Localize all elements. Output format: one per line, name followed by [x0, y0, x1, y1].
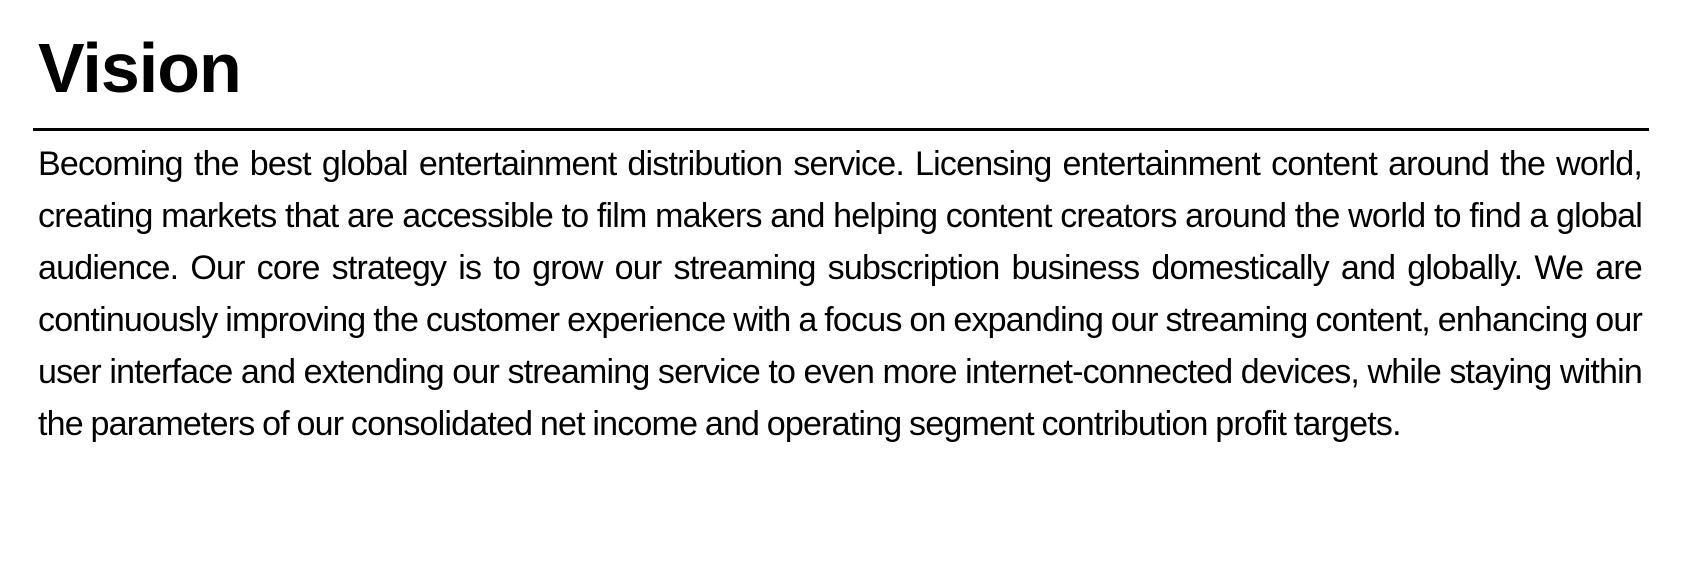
heading-divider [33, 128, 1649, 131]
document-page: Vision Becoming the best global entertai… [0, 0, 1682, 572]
section-paragraph: Becoming the best global entertainment d… [38, 145, 1643, 443]
section-heading: Vision [38, 29, 242, 107]
